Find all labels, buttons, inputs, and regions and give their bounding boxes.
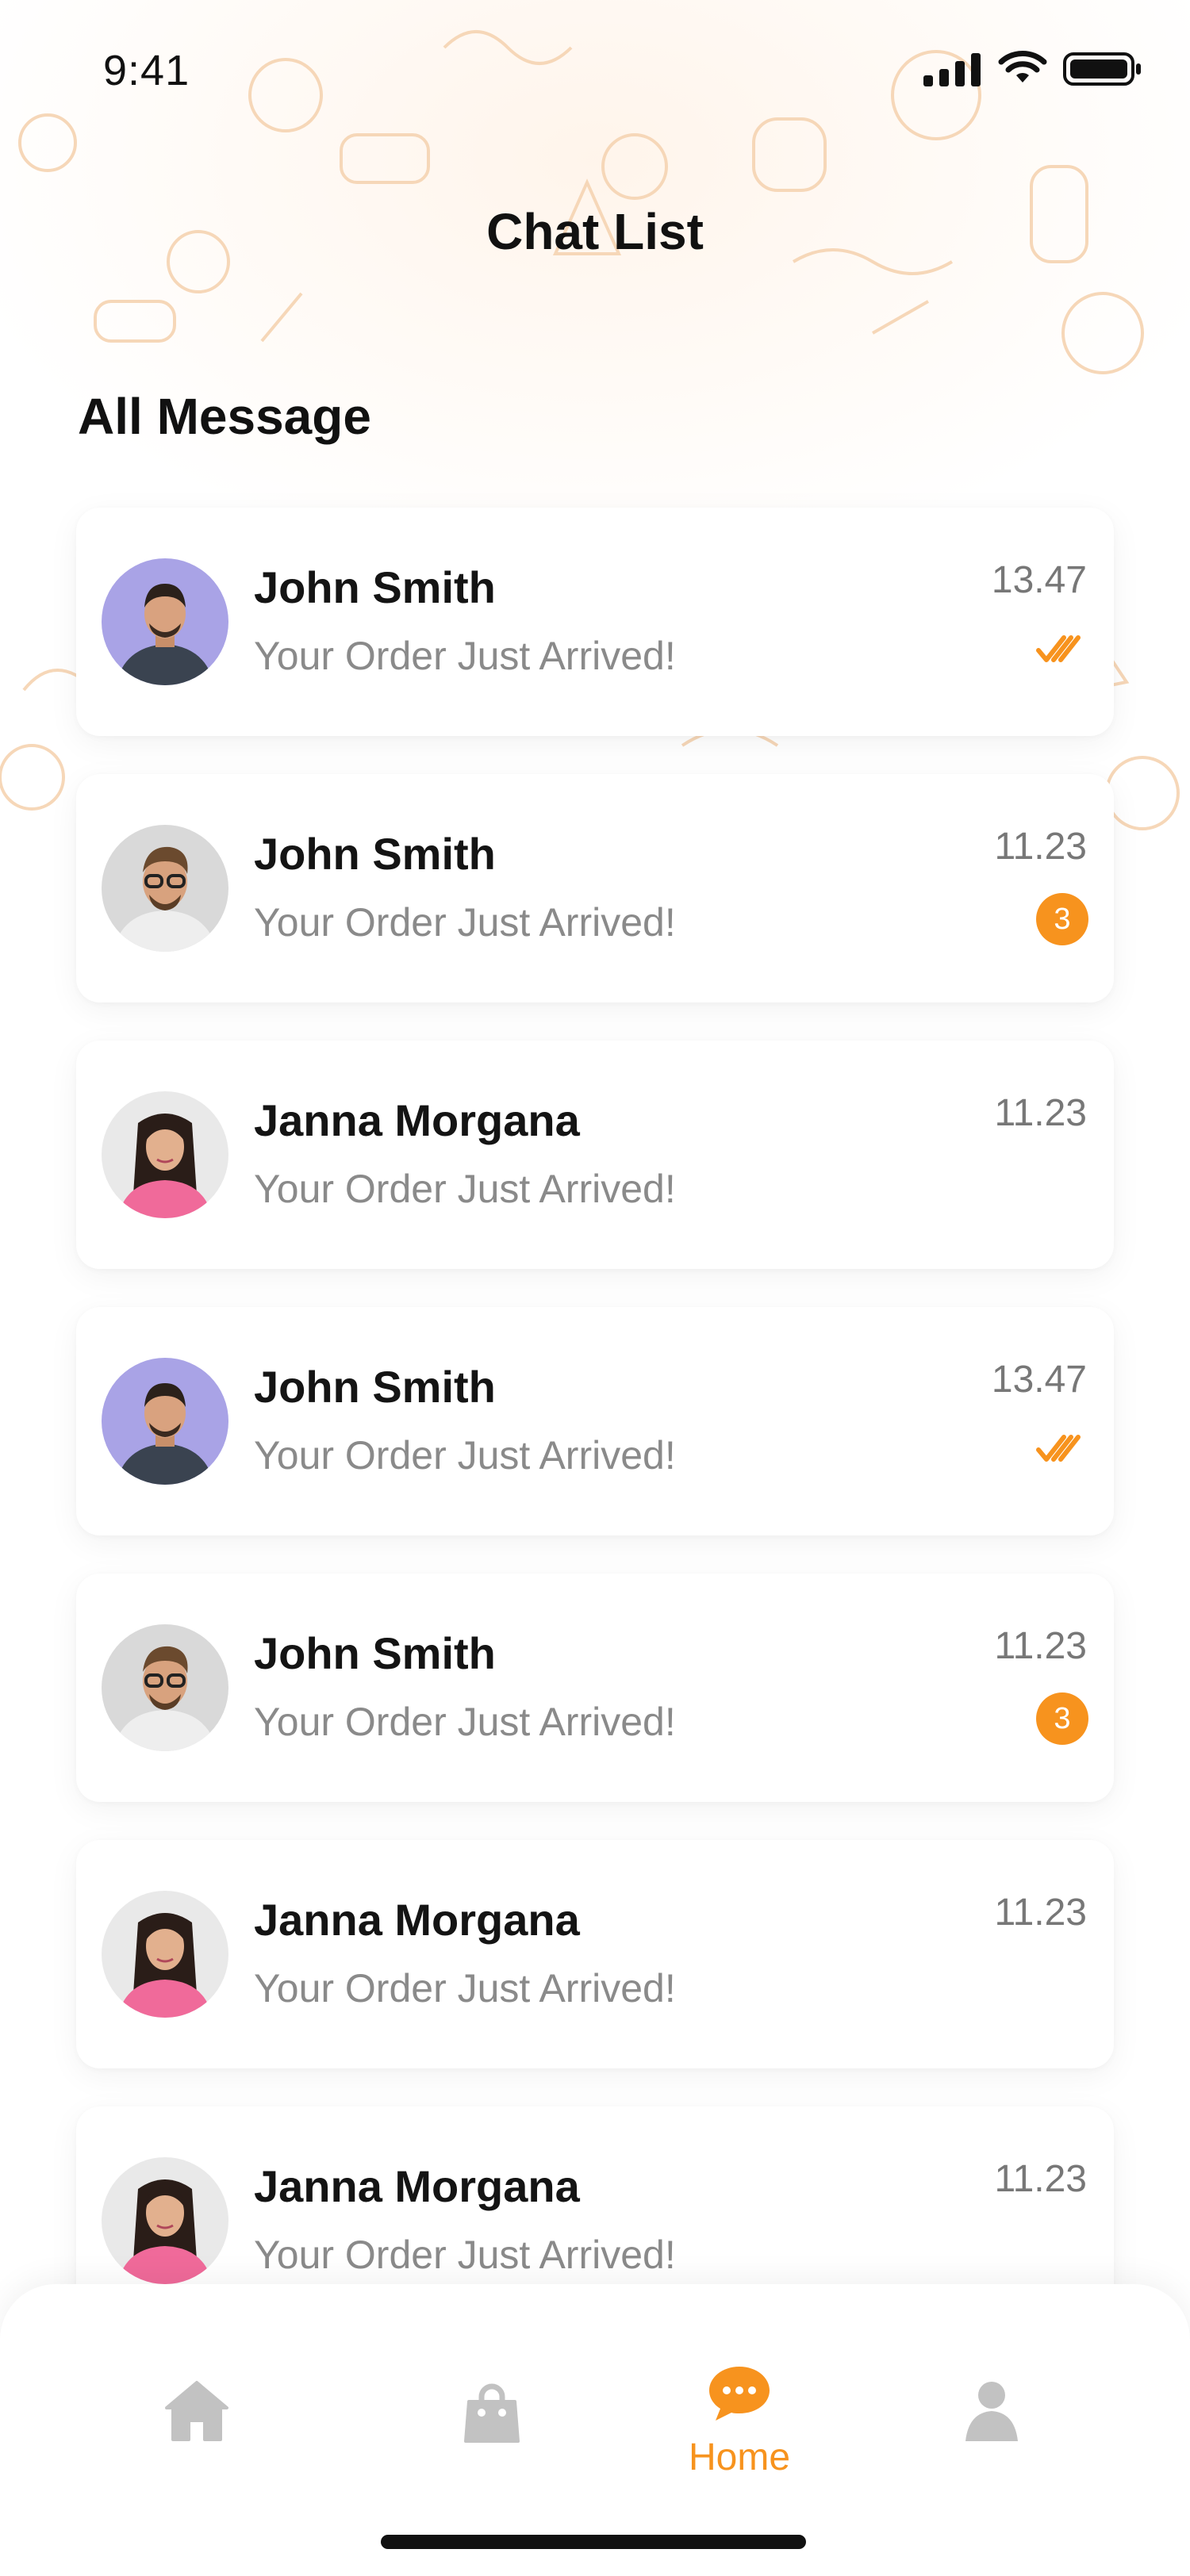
- unread-badge: 3: [1036, 1692, 1088, 1745]
- chat-name: John Smith: [254, 562, 496, 612]
- nav-home[interactable]: [133, 2379, 260, 2445]
- double-check-icon: [1036, 634, 1082, 667]
- nav-chat-label: Home: [688, 2436, 791, 2478]
- section-title: All Message: [78, 388, 371, 445]
- chat-time: 13.47: [991, 1359, 1087, 1401]
- chat-name: John Smith: [254, 829, 496, 879]
- avatar: [102, 1091, 228, 1218]
- avatar: [102, 1358, 228, 1485]
- avatar: [102, 1891, 228, 2018]
- unread-badge: 3: [1036, 893, 1088, 945]
- chat-name: John Smith: [254, 1362, 496, 1412]
- chat-item[interactable]: John Smith Your Order Just Arrived! 11.2…: [76, 774, 1114, 1002]
- status-bar: 9:41: [0, 0, 1190, 135]
- nav-shop[interactable]: [428, 2379, 555, 2448]
- chat-name: Janna Morgana: [254, 1895, 580, 1945]
- signal-icon: [923, 52, 982, 90]
- chat-bubble-icon: [706, 2363, 773, 2426]
- chat-message: Your Order Just Arrived!: [254, 2233, 676, 2277]
- chat-time: 13.47: [991, 559, 1087, 601]
- avatar: [102, 825, 228, 952]
- chat-time: 11.23: [994, 1892, 1087, 1934]
- chat-item[interactable]: John Smith Your Order Just Arrived! 13.4…: [76, 1307, 1114, 1535]
- chat-message: Your Order Just Arrived!: [254, 1966, 676, 2011]
- avatar: [102, 558, 228, 685]
- status-time: 9:41: [103, 47, 190, 94]
- shopping-bag-icon: [463, 2379, 521, 2448]
- avatar: [102, 1624, 228, 1751]
- chat-message: Your Order Just Arrived!: [254, 1167, 676, 1211]
- chat-name: Janna Morgana: [254, 1095, 580, 1145]
- chat-item[interactable]: Janna Morgana Your Order Just Arrived! 1…: [76, 1840, 1114, 2068]
- chat-name: John Smith: [254, 1628, 496, 1678]
- chat-item[interactable]: John Smith Your Order Just Arrived! 13.4…: [76, 508, 1114, 736]
- battery-icon: [1063, 51, 1142, 91]
- chat-message: Your Order Just Arrived!: [254, 634, 676, 678]
- chat-time: 11.23: [994, 826, 1087, 868]
- profile-icon: [962, 2379, 1021, 2447]
- page-title: Chat List: [486, 203, 704, 260]
- chat-time: 11.23: [994, 1092, 1087, 1134]
- bottom-nav: Home: [0, 2284, 1190, 2576]
- nav-chat[interactable]: Home: [676, 2363, 803, 2479]
- chat-message: Your Order Just Arrived!: [254, 1700, 676, 1744]
- chat-item[interactable]: Janna Morgana Your Order Just Arrived! 1…: [76, 1041, 1114, 1269]
- chat-time: 11.23: [994, 2158, 1087, 2200]
- home-indicator: [381, 2535, 806, 2549]
- nav-profile[interactable]: [928, 2379, 1055, 2447]
- chat-item[interactable]: John Smith Your Order Just Arrived! 11.2…: [76, 1574, 1114, 1802]
- wifi-icon: [998, 51, 1047, 91]
- chat-message: Your Order Just Arrived!: [254, 900, 676, 945]
- chat-name: Janna Morgana: [254, 2161, 580, 2211]
- home-icon: [163, 2379, 230, 2445]
- chat-time: 11.23: [994, 1625, 1087, 1667]
- status-icons: [923, 51, 1142, 91]
- chat-message: Your Order Just Arrived!: [254, 1433, 676, 1478]
- double-check-icon: [1036, 1434, 1082, 1466]
- avatar: [102, 2157, 228, 2284]
